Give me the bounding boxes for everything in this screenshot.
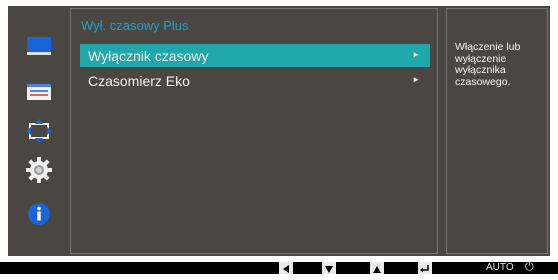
menu-item-czasomierz-eko[interactable]: Czasomierz Eko ► [80, 69, 430, 92]
menu-item-wylacznik-czasowy[interactable]: Wyłącznik czasowy ► [80, 44, 430, 67]
menu-title: Wył. czasowy Plus [81, 18, 189, 33]
submenu-arrow-icon: ► [412, 75, 420, 84]
info-icon[interactable] [26, 201, 52, 227]
description-text: Włączenie lub wyłączenie wyłącznika czas… [455, 41, 521, 88]
monitor-icon[interactable] [26, 33, 52, 59]
description-panel: Włączenie lub wyłączenie wyłącznika czas… [446, 8, 548, 254]
auto-button[interactable]: AUTO [486, 262, 514, 274]
submenu-arrow-icon: ► [412, 50, 420, 59]
submenu-panel: Wył. czasowy Plus Wyłącznik czasowy ► Cz… [70, 8, 438, 254]
screen-position-icon[interactable] [26, 118, 52, 144]
category-sidebar [8, 6, 68, 256]
menu-item-label: Czasomierz Eko [88, 73, 190, 89]
gear-icon[interactable] [26, 157, 52, 183]
control-key-bar: AUTO ⏻ [0, 261, 558, 274]
enter-icon[interactable] [418, 262, 432, 274]
up-arrow-icon[interactable] [370, 262, 384, 274]
left-arrow-icon[interactable] [279, 262, 293, 274]
down-arrow-icon[interactable] [322, 262, 336, 274]
power-icon[interactable]: ⏻ [525, 261, 534, 273]
menu-item-label: Wyłącznik czasowy [88, 48, 209, 64]
osd-panel: Wył. czasowy Plus Wyłącznik czasowy ► Cz… [8, 6, 550, 256]
picture-adjust-icon[interactable] [26, 79, 52, 105]
